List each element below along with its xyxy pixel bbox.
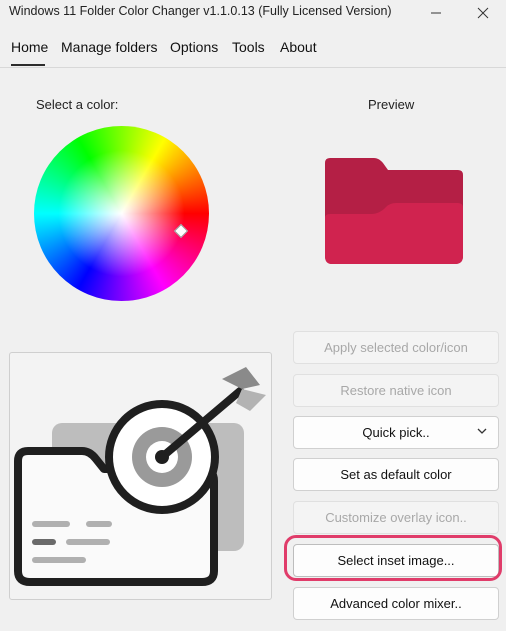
chevron-down-icon [477,425,487,439]
advanced-color-mixer-button[interactable]: Advanced color mixer.. [293,587,499,620]
minimize-icon [431,12,441,14]
preview-label: Preview [368,97,415,112]
customize-overlay-icon-button[interactable]: Customize overlay icon.. [293,501,499,534]
set-default-color-button[interactable]: Set as default color [293,458,499,491]
apply-selected-button[interactable]: Apply selected color/icon [293,331,499,364]
quick-pick-dropdown[interactable]: Quick pick.. [293,416,499,449]
window-title: Windows 11 Folder Color Changer v1.1.0.1… [9,4,392,18]
close-icon [477,7,489,19]
tab-home[interactable]: Home [11,39,48,55]
menu-bar: Home Manage folders Options Tools About [0,33,506,68]
tab-options[interactable]: Options [170,39,218,55]
inset-image-preview [9,352,272,600]
color-wheel[interactable] [34,126,209,301]
active-tab-indicator [11,64,45,66]
tab-tools[interactable]: Tools [232,39,265,55]
minimize-button[interactable] [413,0,459,26]
folder-preview-icon [325,158,463,264]
select-color-label: Select a color: [36,97,119,112]
folder-target-illustration [14,367,266,586]
highlight-annotation [284,535,502,581]
tab-about[interactable]: About [280,39,317,55]
title-bar: Windows 11 Folder Color Changer v1.1.0.1… [0,0,506,26]
restore-native-icon-button[interactable]: Restore native icon [293,374,499,407]
quick-pick-label: Quick pick.. [362,425,430,440]
close-button[interactable] [460,0,506,26]
tab-manage-folders[interactable]: Manage folders [61,39,158,55]
